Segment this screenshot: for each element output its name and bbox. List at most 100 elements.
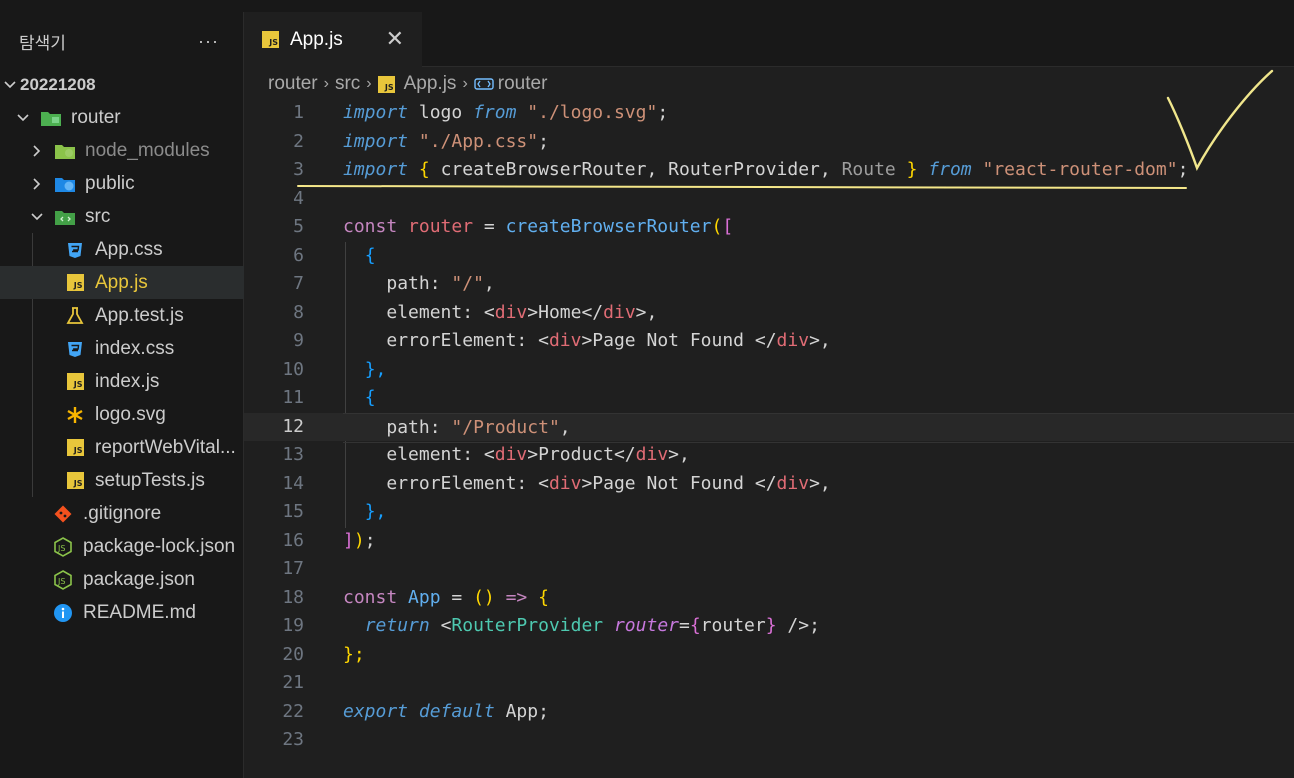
git-icon [52,503,74,525]
code-token: import [343,159,409,180]
code-token: Page Not Found [592,330,755,351]
tree-item-label: node_modules [85,139,210,161]
folder-public[interactable]: public [0,167,272,200]
js-file-icon: JS [64,470,86,492]
code-token: element [386,301,463,323]
breadcrumb-item[interactable]: router [268,73,318,95]
code-token: import [343,102,409,123]
line-number: 6 [293,244,304,266]
chevron-down-icon [2,77,18,93]
code-editor[interactable]: 1 import logo from "./logo.svg"; 2 import … [244,99,1294,778]
code-token: > [809,330,820,351]
breadcrumb-item[interactable]: src [335,73,360,95]
code-line-current: 12 path: "/Product", [244,412,1294,443]
code-token: div [548,330,582,351]
code-token: : [429,273,452,294]
code-token: "./logo.svg" [527,102,658,123]
tree-item-label: README.md [83,601,196,623]
code-token: > [668,444,680,465]
code-token: export [343,700,409,722]
code-token: : [516,330,539,351]
close-icon[interactable]: ✕ [386,26,404,52]
line-number: 20 [282,643,304,665]
code-token: router [613,615,679,636]
breadcrumb-item[interactable]: App.js [404,73,457,95]
code-token: : [429,416,452,438]
node-folder-icon [54,140,76,162]
code-token: ] [343,529,354,551]
code-token: , [559,416,571,438]
code-token: } [765,615,777,636]
svg-asterisk-icon [64,404,86,426]
folder-node-modules[interactable]: node_modules [0,134,272,167]
code-token: RouterProvider [668,159,820,180]
line-number: 5 [293,216,304,237]
tree-item-label: App.js [95,271,148,293]
chevron-down-icon [15,110,31,126]
code-token: , [819,472,831,494]
code-line: 21 [244,669,1294,698]
nodejs-icon: JS [52,569,74,591]
css-file-icon [64,338,86,360]
js-file-icon: JS [377,75,395,93]
js-file-icon: JS [262,31,279,48]
code-token: > [527,444,539,465]
code-token: { [538,586,549,608]
js-file-icon: JS [64,437,86,459]
explorer-header: 탐색기 ··· [0,12,243,70]
tree-item-label: setupTests.js [95,469,205,491]
code-token: > [581,472,593,494]
folder-open-icon [40,107,62,129]
code-token: [ [722,216,734,237]
explorer-title: 탐색기 [19,33,66,53]
code-line: 8 element: <div>Home</div>, [244,299,1294,328]
tree-item-label: logo.svg [95,403,166,425]
code-token: , [646,301,658,323]
code-line: 20}; [244,641,1294,670]
code-line: 5 const router = createBrowserRouter([ [244,213,1294,242]
code-token: ; [657,102,669,123]
code-token: path [386,416,430,438]
tree-item-label: src [85,205,111,227]
chevron-down-icon [29,209,45,225]
code-line: 18 const App = () => { [244,584,1294,613]
code-token: => [505,586,528,608]
code-token: div [635,444,669,465]
code-token: > [581,330,593,351]
breadcrumb-item[interactable]: router [498,73,548,95]
line-number: 4 [293,187,304,209]
tree-item-label: public [85,172,135,194]
code-token: }, [364,358,387,380]
code-line: 15 }, [244,498,1294,527]
folder-src[interactable]: src [0,200,272,233]
line-number: 19 [282,615,304,636]
tab-app-js[interactable]: JS App.js ✕ [244,12,422,67]
more-actions-icon[interactable]: ··· [198,31,219,52]
tree-item-label: App.css [95,238,163,260]
chevron-right-icon [29,176,45,192]
code-line: 7 path: "/", [244,270,1294,299]
line-number: 2 [293,130,304,152]
line-number: 22 [282,700,304,722]
code-token: "react-router-dom" [982,159,1178,180]
code-token: from [928,159,972,180]
code-line: 1 import logo from "./logo.svg"; [244,99,1294,128]
css-file-icon [64,239,86,261]
chevron-right-icon [29,143,45,159]
code-token: router [408,216,474,237]
code-token: "/" [451,273,484,294]
tree-item-label: package.json [83,568,195,590]
code-token: = [473,216,506,237]
line-number: 21 [282,672,304,693]
folder-router[interactable]: router [0,101,258,134]
code-token: , [819,330,831,351]
code-token: }; [343,643,365,665]
code-token: "./App.css" [418,130,539,152]
code-line: 17 [244,555,1294,584]
line-number: 13 [282,444,304,465]
code-token: < [483,301,495,323]
folder-20221208[interactable]: 20221208 [0,68,245,101]
line-number: 11 [282,387,304,408]
breadcrumb: router › src › JS App.js › router [268,70,547,98]
code-token: "/Product" [451,416,560,438]
